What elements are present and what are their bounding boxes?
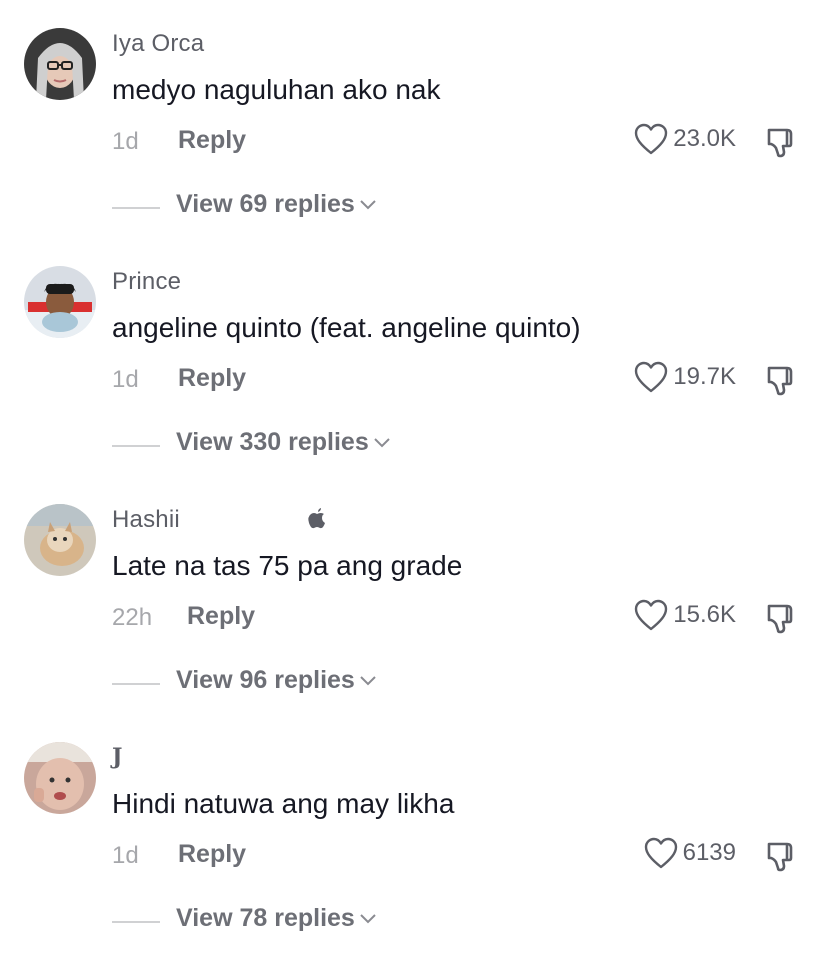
divider [112,921,160,923]
chevron-down-icon [374,437,390,447]
chevron-down-icon [360,675,376,685]
comment-username[interactable]: Hashii [112,506,180,534]
view-replies-button[interactable]: View 96 replies [176,666,377,695]
reply-button[interactable]: Reply [178,126,246,155]
dislike-button[interactable] [763,838,799,874]
comment-username[interactable]: Prince [112,268,181,296]
view-replies-label: View 96 replies [176,666,355,694]
comment-text: Hindi natuwa ang may likha [112,788,455,819]
comment-time: 1d [112,128,139,155]
like-count: 15.6K [673,601,736,628]
view-replies-button[interactable]: View 69 replies [176,190,377,219]
comment-item: Prince angeline quinto (feat. angeline q… [0,238,828,476]
comment-text: angeline quinto (feat. angeline quinto) [112,312,581,343]
heart-outline-icon [635,123,668,155]
like-button[interactable]: 23.0K [633,122,736,156]
divider [112,683,160,685]
view-replies-label: View 330 replies [176,428,369,456]
like-count: 6139 [682,839,736,866]
comment-time: 1d [112,366,139,393]
reply-button[interactable]: Reply [187,602,255,631]
apple-icon [308,508,325,529]
comment-item: Iya Orca medyo naguluhan ako nak 1d Repl… [0,0,828,238]
divider [112,445,160,447]
view-replies-label: View 69 replies [176,190,355,218]
chevron-down-icon [360,913,376,923]
comment-time: 1d [112,842,139,869]
reply-button[interactable]: Reply [178,840,246,869]
dislike-button[interactable] [763,600,799,636]
comment-item: J Hindi natuwa ang may likha 1d Reply 61… [0,714,828,952]
dislike-button[interactable] [763,124,799,160]
thumbs-down-icon [767,366,793,396]
thumbs-down-icon [767,842,793,872]
like-count: 23.0K [673,125,736,152]
thumbs-down-icon [767,128,793,158]
dislike-button[interactable] [763,362,799,398]
heart-outline-icon [635,361,668,393]
like-button[interactable]: 19.7K [633,360,736,394]
avatar[interactable] [24,28,96,100]
avatar[interactable] [24,742,96,814]
reply-button[interactable]: Reply [178,364,246,393]
view-replies-label: View 78 replies [176,904,355,932]
comment-text: medyo naguluhan ako nak [112,74,441,105]
chevron-down-icon [360,199,376,209]
divider [112,207,160,209]
heart-outline-icon [644,837,677,869]
avatar[interactable] [24,504,96,576]
comment-text: Late na tas 75 pa ang grade [112,550,463,581]
like-button[interactable]: 6139 [643,836,736,870]
comment-username[interactable]: J [112,744,123,770]
comment-time: 22h [112,604,153,631]
comment-item: Hashii Late na tas 75 pa ang grade 22h R… [0,476,828,714]
heart-outline-icon [635,599,668,631]
avatar[interactable] [24,266,96,338]
comment-username[interactable]: Iya Orca [112,30,204,58]
view-replies-button[interactable]: View 78 replies [176,904,377,933]
view-replies-button[interactable]: View 330 replies [176,428,391,457]
like-button[interactable]: 15.6K [633,598,736,632]
thumbs-down-icon [767,604,793,634]
like-count: 19.7K [673,363,736,390]
